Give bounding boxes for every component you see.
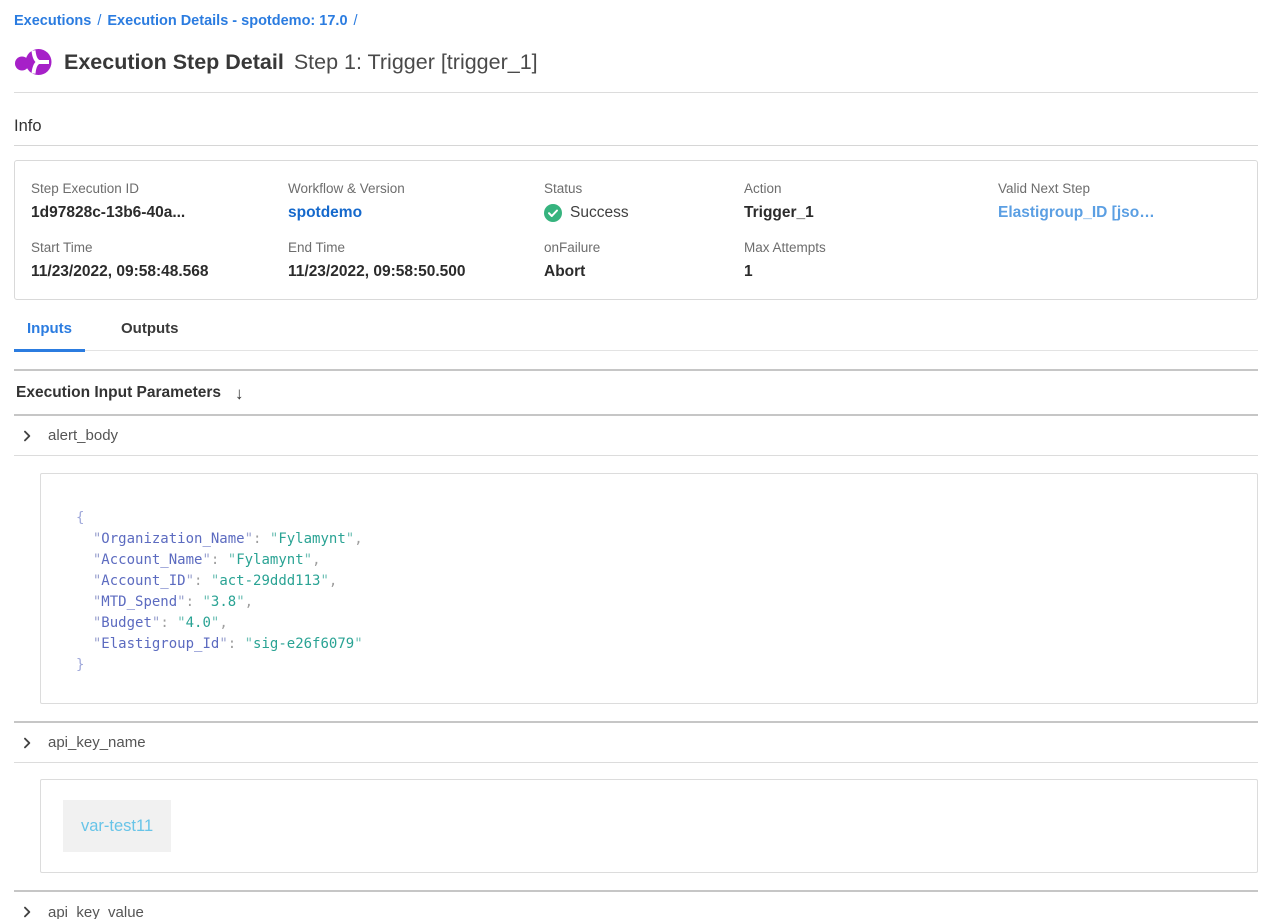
param-row-api-key-value[interactable]: api_key_value	[14, 892, 1258, 919]
field-step-execution-id: Step Execution ID 1d97828c-13b6-40a...	[31, 181, 288, 222]
chevron-right-icon	[20, 736, 34, 750]
field-label: Start Time	[31, 240, 288, 255]
breadcrumb-link-execution-details[interactable]: Execution Details - spotdemo: 17.0	[107, 13, 347, 29]
execution-input-parameters-header: Execution Input Parameters ↓	[14, 371, 1258, 416]
field-value: Abort	[544, 263, 744, 281]
field-label: Step Execution ID	[31, 181, 288, 196]
success-check-icon	[544, 204, 562, 222]
field-onfailure: onFailure Abort	[544, 240, 744, 281]
field-end-time: End Time 11/23/2022, 09:58:50.500	[288, 240, 544, 281]
api-key-name-value-box: var-test11	[40, 779, 1258, 873]
info-heading: Info	[14, 117, 1258, 146]
execution-step-detail-page: Executions / Execution Details - spotdemo:…	[0, 0, 1272, 919]
field-valid-next-step: Valid Next Step Elastigroup_ID [jso…	[998, 181, 1241, 222]
param-row-alert-body[interactable]: alert_body	[14, 416, 1258, 456]
field-workflow-version: Workflow & Version spotdemo	[288, 181, 544, 222]
param-row-api-key-name[interactable]: api_key_name	[14, 723, 1258, 763]
status-badge: Success	[544, 204, 744, 222]
api-key-name-value: var-test11	[81, 817, 153, 836]
page-title: Execution Step Detail	[64, 50, 284, 75]
param-name: api_key_value	[48, 904, 144, 919]
sort-descending-icon[interactable]: ↓	[235, 385, 244, 402]
field-action: Action Trigger_1	[744, 181, 998, 222]
field-label: onFailure	[544, 240, 744, 255]
field-value: 1	[744, 263, 998, 281]
breadcrumb-separator: /	[97, 13, 101, 29]
workflow-link[interactable]: spotdemo	[288, 204, 544, 222]
field-label: Action	[744, 181, 998, 196]
alert-body-json-box: { "Organization_Name": "Fylamynt", "Acco…	[40, 473, 1258, 704]
api-key-name-chip: var-test11	[63, 800, 171, 852]
breadcrumb-separator-trailing: /	[354, 13, 358, 29]
field-max-attempts: Max Attempts 1	[744, 240, 998, 281]
field-value: Trigger_1	[744, 204, 998, 222]
next-step-link[interactable]: Elastigroup_ID [jso…	[998, 204, 1241, 222]
field-status: Status Success	[544, 181, 744, 222]
field-start-time: Start Time 11/23/2022, 09:58:48.568	[31, 240, 288, 281]
title-row: Execution Step Detail Step 1: Trigger [t…	[14, 46, 1258, 79]
field-empty	[998, 240, 1241, 281]
field-label: Max Attempts	[744, 240, 998, 255]
field-value: 11/23/2022, 09:58:48.568	[31, 263, 288, 281]
chevron-right-icon	[20, 905, 34, 919]
tab-bar: Inputs Outputs	[14, 320, 1258, 351]
tab-outputs[interactable]: Outputs	[108, 320, 192, 350]
field-value: 11/23/2022, 09:58:50.500	[288, 263, 544, 281]
fylamynt-logo-icon	[14, 46, 52, 79]
page-subtitle: Step 1: Trigger [trigger_1]	[294, 50, 538, 75]
status-text: Success	[570, 204, 629, 222]
field-label: Valid Next Step	[998, 181, 1241, 196]
breadcrumb: Executions / Execution Details - spotdemo:…	[14, 0, 1258, 29]
info-card: Step Execution ID 1d97828c-13b6-40a... W…	[14, 160, 1258, 300]
param-name: alert_body	[48, 427, 118, 444]
field-label: End Time	[288, 240, 544, 255]
json-code: { "Organization_Name": "Fylamynt", "Acco…	[76, 508, 1222, 676]
params-title: Execution Input Parameters	[16, 384, 221, 402]
tab-inputs[interactable]: Inputs	[14, 320, 85, 352]
param-name: api_key_name	[48, 734, 146, 751]
field-label: Workflow & Version	[288, 181, 544, 196]
chevron-right-icon	[20, 429, 34, 443]
field-value: 1d97828c-13b6-40a...	[31, 204, 288, 222]
title-divider	[14, 92, 1258, 93]
field-label: Status	[544, 181, 744, 196]
breadcrumb-link-executions[interactable]: Executions	[14, 13, 91, 29]
